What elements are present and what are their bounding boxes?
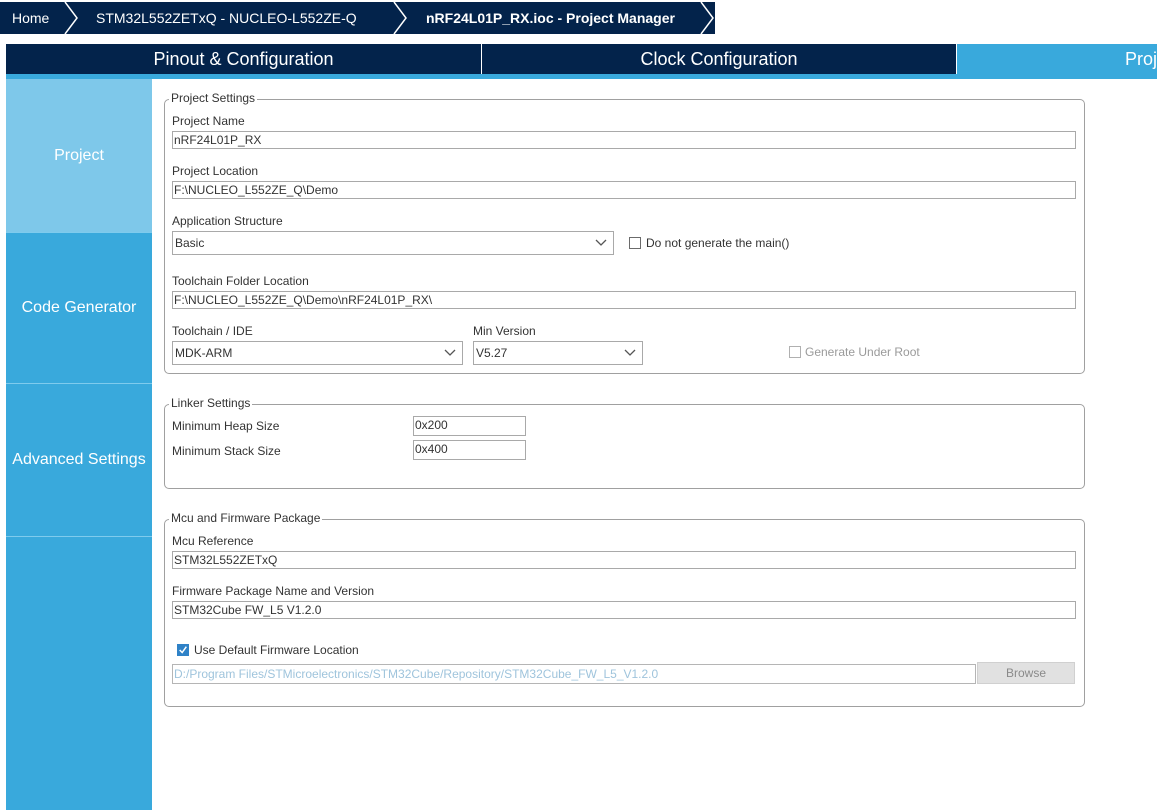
generate-under-root-checkbox[interactable]	[789, 346, 801, 358]
tab-project-manager-label: Project Manager	[1125, 49, 1157, 69]
tab-clock-configuration[interactable]: Clock Configuration	[482, 44, 956, 74]
chevron-right-icon	[64, 2, 78, 34]
chevron-down-icon	[444, 349, 456, 356]
firmware-package-label: Firmware Package Name and Version	[172, 584, 375, 598]
mcu-reference-label: Mcu Reference	[172, 534, 254, 548]
tab-pinout-configuration[interactable]: Pinout & Configuration	[6, 44, 481, 74]
toolchain-ide-value: MDK-ARM	[175, 346, 233, 360]
stack-size-label: Minimum Stack Size	[172, 444, 281, 458]
min-version-value: V5.27	[476, 346, 508, 360]
chevron-right-icon	[393, 2, 407, 34]
project-settings-group: Project Settings Project Name nRF24L01P_…	[164, 91, 1085, 374]
use-default-firmware-label: Use Default Firmware Location	[194, 643, 359, 657]
main-tabs: Pinout & Configuration Clock Configurati…	[6, 44, 1157, 79]
application-structure-value: Basic	[175, 236, 205, 250]
application-structure-select[interactable]: Basic	[172, 231, 614, 255]
project-location-field[interactable]: F:\NUCLEO_L552ZE_Q\Demo	[172, 181, 1076, 199]
breadcrumb: Home STM32L552ZETxQ - NUCLEO-L552ZE-Q nR…	[0, 0, 1157, 36]
toolchain-ide-select[interactable]: MDK-ARM	[172, 341, 463, 365]
breadcrumb-empty	[715, 0, 1157, 36]
min-version-label: Min Version	[473, 324, 536, 338]
mcu-reference-field[interactable]: STM32L552ZETxQ	[172, 551, 1076, 569]
application-structure-label: Application Structure	[172, 214, 283, 228]
sidebar: Project Code Generator Advanced Settings	[6, 79, 152, 810]
min-version-select[interactable]: V5.27	[473, 341, 643, 365]
project-name-label: Project Name	[172, 114, 245, 128]
no-main-checkbox[interactable]	[629, 237, 641, 249]
toolchain-folder-field[interactable]: F:\NUCLEO_L552ZE_Q\Demo\nRF24L01P_RX\	[172, 291, 1076, 309]
group-title: Mcu and Firmware Package	[169, 511, 323, 525]
breadcrumb-current[interactable]: nRF24L01P_RX.ioc - Project Manager	[426, 2, 675, 34]
browse-button[interactable]: Browse	[977, 662, 1075, 684]
chevron-right-icon	[700, 2, 714, 34]
chevron-down-icon	[595, 239, 607, 246]
sidebar-item-label: Code Generator	[21, 299, 137, 316]
generate-under-root-label: Generate Under Root	[805, 345, 920, 359]
toolchain-ide-label: Toolchain / IDE	[172, 324, 253, 338]
firmware-location-field[interactable]: D:/Program Files/STMicroelectronics/STM3…	[172, 664, 976, 684]
sidebar-item-project[interactable]: Project	[6, 79, 152, 233]
checkmark-icon	[179, 646, 187, 654]
sidebar-item-advanced-settings[interactable]: Advanced Settings	[6, 384, 152, 537]
chevron-down-icon	[624, 349, 636, 356]
stack-size-field[interactable]: 0x400	[413, 440, 526, 460]
sidebar-item-code-generator[interactable]: Code Generator	[6, 233, 152, 384]
tab-underline	[6, 74, 1157, 79]
group-title: Project Settings	[169, 91, 258, 105]
breadcrumb-board[interactable]: STM32L552ZETxQ - NUCLEO-L552ZE-Q	[96, 2, 357, 34]
project-location-label: Project Location	[172, 164, 259, 178]
linker-settings-group: Linker Settings Minimum Heap Size 0x200 …	[164, 396, 1085, 489]
use-default-firmware-checkbox[interactable]	[177, 644, 189, 656]
sidebar-item-label: Project	[54, 146, 104, 164]
project-name-field[interactable]: nRF24L01P_RX	[172, 131, 1076, 149]
breadcrumb-home[interactable]: Home	[12, 2, 49, 34]
tab-project-manager[interactable]: Project Manager	[957, 44, 1157, 74]
no-main-label: Do not generate the main()	[646, 236, 790, 250]
firmware-package-field[interactable]: STM32Cube FW_L5 V1.2.0	[172, 601, 1076, 619]
heap-size-field[interactable]: 0x200	[413, 416, 526, 436]
sidebar-item-label: Advanced Settings	[12, 451, 146, 468]
mcu-firmware-group: Mcu and Firmware Package Mcu Reference S…	[164, 511, 1085, 707]
group-title: Linker Settings	[169, 396, 253, 410]
toolchain-folder-label: Toolchain Folder Location	[172, 274, 309, 288]
heap-size-label: Minimum Heap Size	[172, 419, 280, 433]
